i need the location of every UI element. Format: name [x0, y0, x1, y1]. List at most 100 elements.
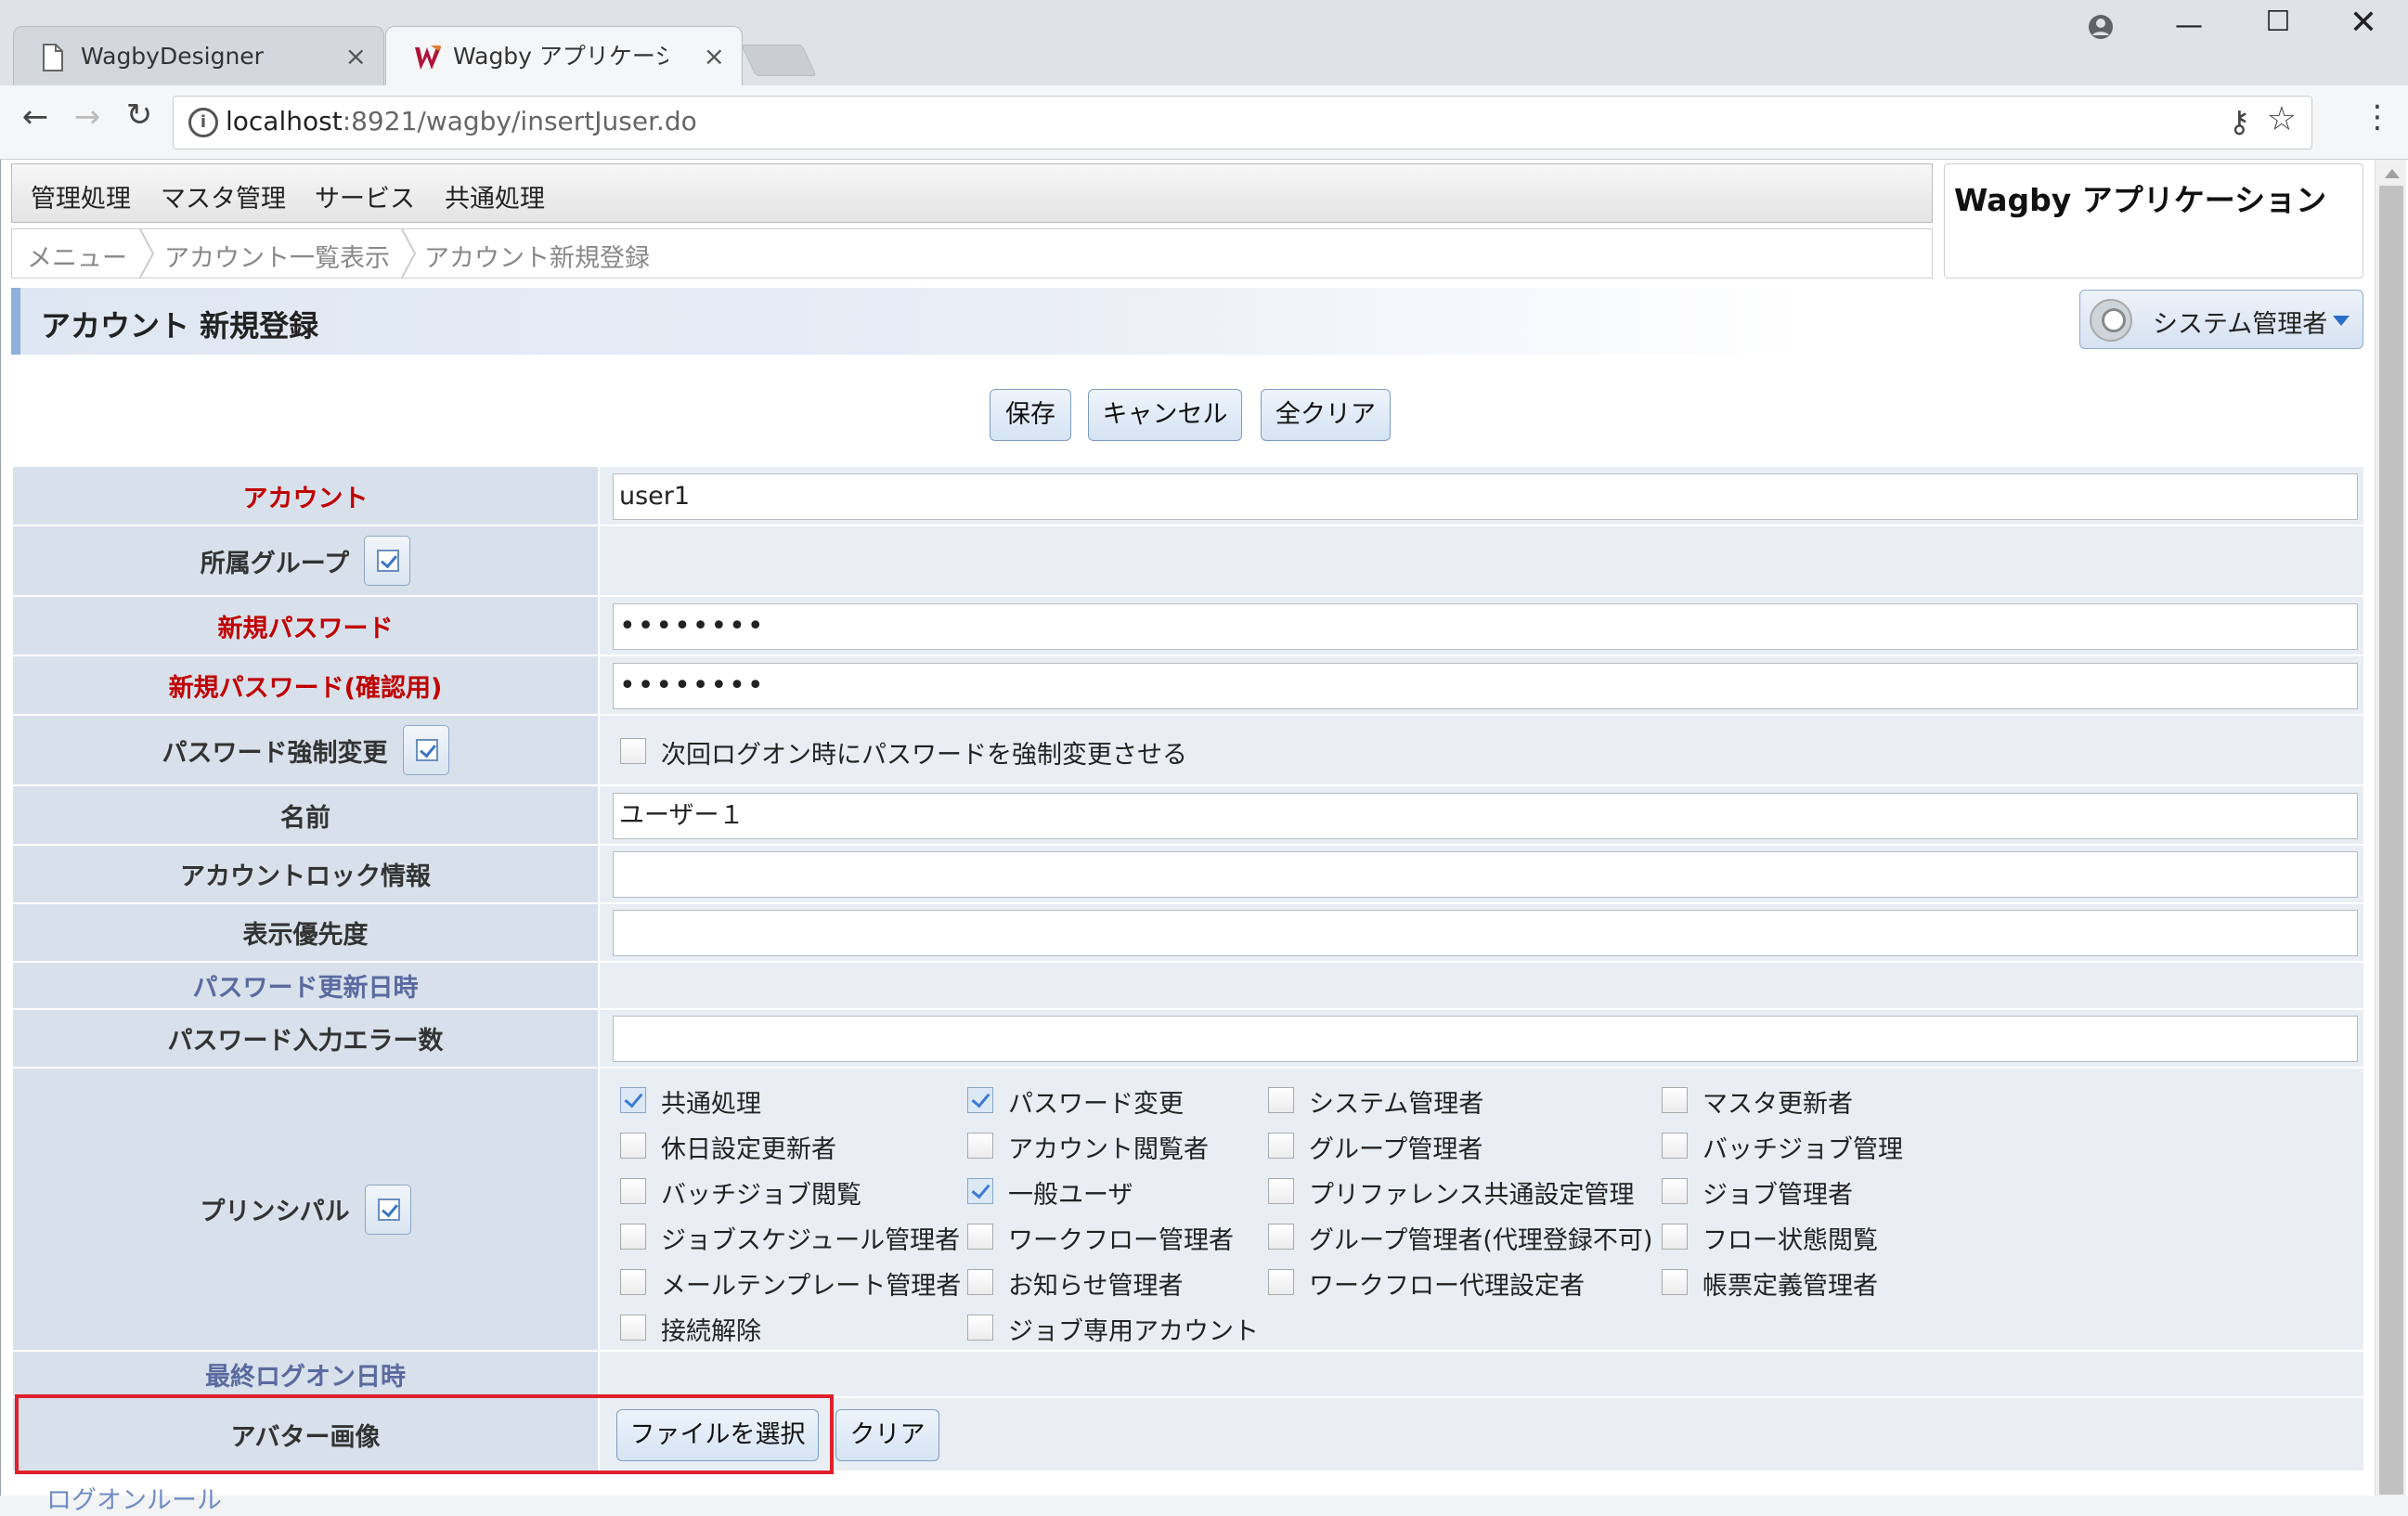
tab-wagbydesigner[interactable]: WagbyDesigner × — [13, 26, 384, 85]
new-password-input[interactable]: •••••••• — [613, 603, 2358, 650]
label-pw-updated: パスワード更新日時 — [13, 963, 600, 1008]
principal-option-label: ジョブスケジュール管理者 — [661, 1226, 961, 1255]
principal-checkbox[interactable] — [1268, 1178, 1294, 1204]
clear-all-button[interactable]: 全クリア — [1261, 389, 1391, 441]
principal-option-label: ワークフロー管理者 — [1008, 1226, 1234, 1255]
principal-checkbox[interactable] — [967, 1087, 993, 1113]
principal-option-label: フロー状態閲覧 — [1702, 1226, 1878, 1255]
pw-errors-input[interactable] — [613, 1016, 2358, 1062]
principal-checkbox[interactable] — [1268, 1087, 1294, 1113]
principal-option-label: バッチジョブ管理 — [1702, 1135, 1903, 1164]
principal-checkbox[interactable] — [967, 1178, 993, 1204]
force-change-checkbox[interactable] — [620, 738, 646, 764]
principal-option-label: アカウント閲覧者 — [1008, 1135, 1209, 1164]
breadcrumb-menu[interactable]: メニュー — [27, 238, 127, 274]
menu-item-master[interactable]: マスタ管理 — [161, 178, 286, 214]
principal-option-label: お知らせ管理者 — [1008, 1272, 1184, 1301]
principal-checkbox[interactable] — [1662, 1224, 1688, 1250]
principal-option-label: メールテンプレート管理者 — [661, 1272, 962, 1301]
principal-checkbox[interactable] — [967, 1269, 993, 1295]
principal-option-label: 接続解除 — [661, 1317, 761, 1346]
avatar-clear-button[interactable]: クリア — [835, 1409, 939, 1461]
principal-checkbox[interactable] — [1662, 1133, 1688, 1159]
label-name: 名前 — [13, 786, 600, 844]
reload-icon[interactable]: ↻ — [119, 97, 160, 134]
tab-label: WagbyDesigner — [81, 43, 264, 70]
principal-checkbox[interactable] — [1662, 1087, 1688, 1113]
principal-option-label: 帳票定義管理者 — [1702, 1272, 1878, 1301]
label-lock-info: アカウントロック情報 — [13, 846, 600, 902]
principal-option-label: グループ管理者 — [1309, 1135, 1483, 1164]
principal-checkbox[interactable] — [620, 1087, 646, 1113]
logon-rule-label: ログオンルール — [46, 1486, 222, 1515]
name-input[interactable]: ユーザー１ — [613, 793, 2358, 839]
force-change-toggle-button[interactable] — [402, 725, 449, 775]
close-icon[interactable]: × — [345, 27, 367, 86]
menu-item-service[interactable]: サービス — [315, 178, 415, 214]
principal-checkbox[interactable] — [620, 1269, 646, 1295]
principal-option-label: 共通処理 — [661, 1090, 761, 1119]
breadcrumb-separator — [401, 229, 417, 278]
page-header: アカウント 新規登録 — [11, 288, 1812, 355]
row-new-password-confirm: 新規パスワード(確認用) •••••••• — [13, 656, 2363, 716]
row-name: 名前 ユーザー１ — [13, 786, 2363, 846]
breadcrumb-account-list[interactable]: アカウント一覧表示 — [164, 238, 390, 274]
principal-checkbox[interactable] — [1268, 1133, 1294, 1159]
menu-item-admin[interactable]: 管理処理 — [31, 178, 131, 214]
scrollbar-thumb[interactable] — [2379, 186, 2403, 1495]
save-button[interactable]: 保存 — [990, 389, 1071, 441]
lock-info-input[interactable] — [613, 851, 2358, 898]
principal-checkbox[interactable] — [1662, 1178, 1688, 1204]
principal-option-label: マスタ更新者 — [1702, 1090, 1853, 1119]
principal-select-button[interactable] — [364, 1184, 411, 1235]
principal-label-text: プリンシパル — [200, 1198, 350, 1226]
breadcrumb-account-new: アカウント新規登録 — [424, 244, 650, 273]
menu-item-common[interactable]: 共通処理 — [445, 178, 545, 214]
url-host: localhost — [226, 106, 343, 136]
star-icon[interactable]: ☆ — [2267, 100, 2297, 138]
account-input[interactable]: user1 — [613, 473, 2358, 520]
row-new-password: 新規パスワード •••••••• — [13, 597, 2363, 656]
key-icon[interactable]: ⚷ — [2229, 104, 2250, 139]
principal-checkbox[interactable] — [967, 1133, 993, 1159]
url-text[interactable]: localhost:8921/wagby/insertJuser.do — [226, 106, 697, 136]
close-icon[interactable]: ✕ — [2345, 4, 2382, 42]
page-icon — [43, 44, 63, 71]
principal-checkbox[interactable] — [620, 1178, 646, 1204]
principal-checkbox[interactable] — [620, 1224, 646, 1250]
principal-checkbox[interactable] — [1662, 1269, 1688, 1295]
principal-checkbox[interactable] — [620, 1315, 646, 1341]
menu-icon[interactable]: ⋮ — [2362, 98, 2393, 136]
principal-checkbox[interactable] — [1268, 1269, 1294, 1295]
minimize-icon[interactable]: — — [2170, 9, 2207, 42]
tab-label: Wagby アプリケーション アカ — [453, 43, 668, 70]
principal-checkbox[interactable] — [967, 1224, 993, 1250]
row-group: 所属グループ — [13, 526, 2363, 597]
force-change-option-label: 次回ログオン時にパスワードを強制変更させる — [661, 741, 1187, 770]
principal-option-label: 一般ユーザ — [1008, 1181, 1133, 1210]
row-force-change: パスワード強制変更 次回ログオン時にパスワードを強制変更させる — [13, 716, 2363, 786]
label-last-logon: 最終ログオン日時 — [13, 1352, 600, 1396]
group-select-button[interactable] — [364, 536, 411, 586]
principal-checkbox[interactable] — [967, 1315, 993, 1341]
tab-wagby-app[interactable]: Wagby アプリケーション アカ × — [385, 26, 743, 85]
address-bar[interactable]: i localhost:8921/wagby/insertJuser.do ⚷ … — [173, 96, 2312, 149]
label-new-password: 新規パスワード — [13, 597, 600, 654]
maximize-icon[interactable]: ☐ — [2259, 6, 2297, 38]
user-menu-button[interactable]: システム管理者 — [2079, 290, 2363, 349]
principal-checkbox[interactable] — [1268, 1224, 1294, 1250]
scroll-up-icon[interactable] — [2385, 169, 2400, 178]
new-password-confirm-input[interactable]: •••••••• — [613, 663, 2358, 709]
cancel-button[interactable]: キャンセル — [1088, 389, 1242, 441]
info-icon[interactable]: i — [188, 108, 218, 137]
scrollbar[interactable] — [2375, 160, 2406, 1496]
account-icon[interactable] — [2087, 13, 2115, 41]
breadcrumb-separator — [139, 229, 155, 278]
priority-input[interactable] — [613, 910, 2358, 956]
forward-icon[interactable]: → — [67, 98, 108, 136]
row-pw-errors: パスワード入力エラー数 — [13, 1010, 2363, 1069]
close-icon[interactable]: × — [704, 27, 725, 86]
row-account: アカウント user1 — [13, 467, 2363, 526]
principal-checkbox[interactable] — [620, 1133, 646, 1159]
back-icon[interactable]: ← — [15, 98, 56, 136]
